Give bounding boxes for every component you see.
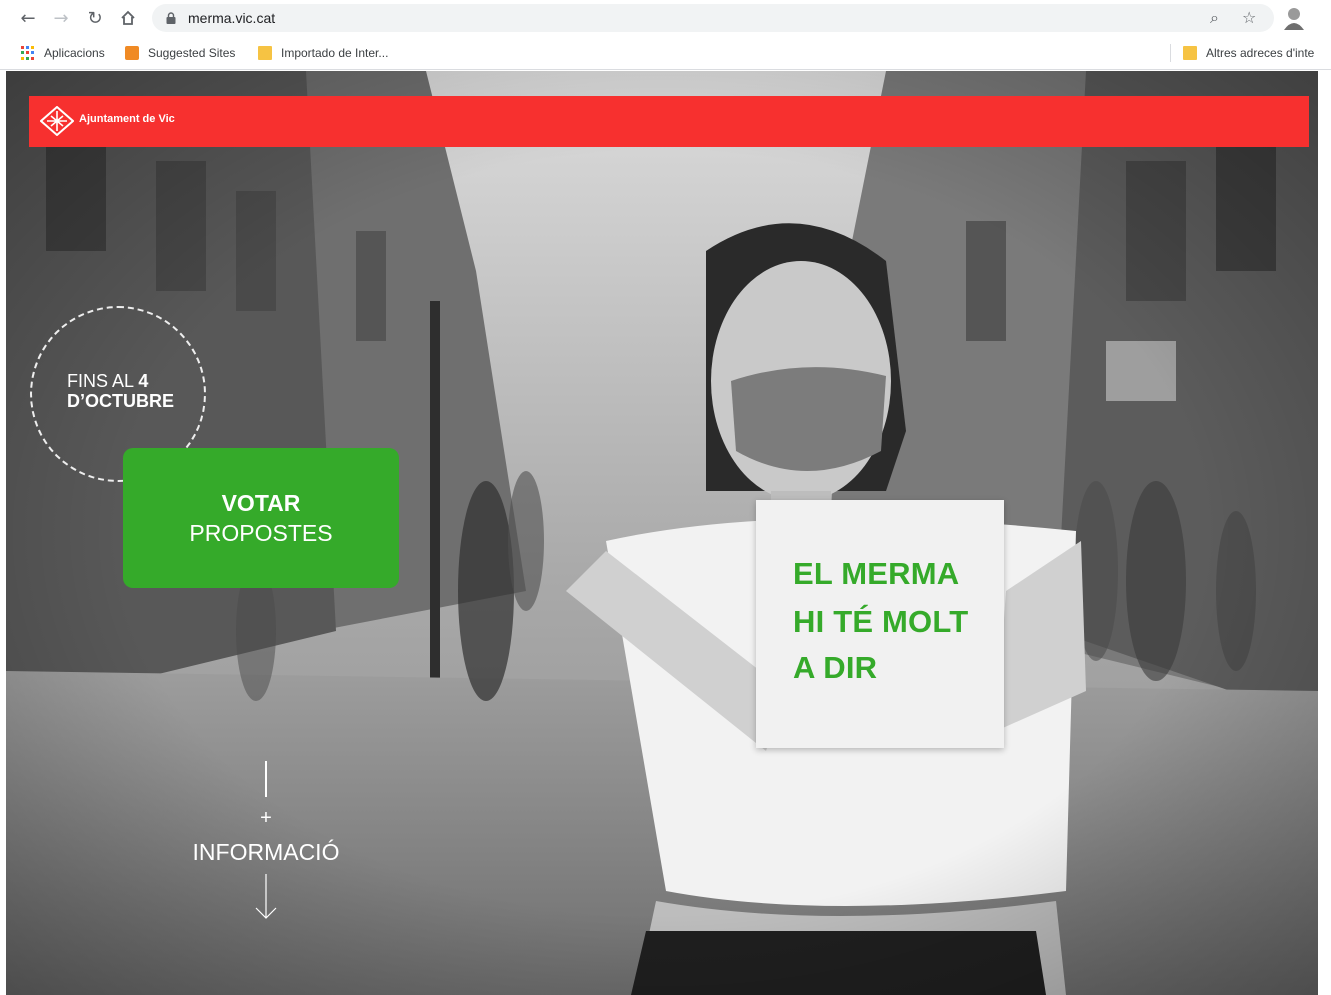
lock-icon	[166, 12, 176, 24]
star-bookmark-icon[interactable]: ☆	[1242, 8, 1256, 27]
apps-grid-icon	[21, 46, 35, 60]
folder-icon	[1183, 46, 1197, 60]
zoom-icon[interactable]: ⌕	[1210, 8, 1219, 28]
home-icon[interactable]	[117, 7, 139, 29]
site-header: Ajuntament de Vic	[29, 96, 1309, 147]
url-text: merma.vic.cat	[188, 10, 276, 26]
reload-icon[interactable]: ↻	[84, 7, 106, 29]
bookmark-suggested-sites[interactable]: Suggested Sites	[125, 44, 235, 62]
profile-avatar-icon[interactable]	[1283, 6, 1305, 30]
forward-arrow-icon[interactable]: →	[50, 7, 72, 29]
arrow-down-icon[interactable]	[254, 874, 278, 920]
suggested-sites-icon	[125, 46, 139, 60]
info-divider-line	[265, 761, 267, 797]
sign-line-2: HI TÉ MOLT	[793, 604, 969, 639]
bookmark-label: Importado de Inter...	[281, 46, 389, 60]
vote-button-line1: VOTAR	[221, 490, 301, 516]
campaign-sign: EL MERMA HI TÉ MOLT A DIR	[756, 500, 1004, 748]
bookmark-label: Altres adreces d'inte	[1206, 46, 1315, 60]
date-month: D’OCTUBRE	[67, 391, 174, 411]
sign-line-3: A DIR	[793, 650, 878, 685]
sign-line-1: EL MERMA	[793, 556, 960, 591]
bookmark-imported-folder[interactable]: Importado de Inter...	[258, 44, 388, 62]
vote-button-line2: PROPOSTES	[189, 520, 333, 546]
bookmarks-divider	[1170, 44, 1171, 62]
ajuntament-logo-icon[interactable]	[40, 106, 74, 136]
page-viewport: Ajuntament de Vic FINS AL 4 D’OCTUBRE VO…	[6, 71, 1318, 995]
site-brand-name[interactable]: Ajuntament de Vic	[79, 113, 175, 125]
bookmark-label: Suggested Sites	[148, 46, 236, 60]
date-day: 4	[138, 371, 149, 391]
folder-icon	[258, 46, 272, 60]
browser-toolbar: ← → ↻ merma.vic.cat ⌕ ☆	[0, 0, 1331, 36]
address-bar[interactable]: merma.vic.cat ⌕ ☆	[152, 4, 1274, 32]
vote-proposals-button[interactable]: VOTAR PROPOSTES	[123, 448, 399, 588]
bookmark-apps[interactable]: Aplicacions	[21, 44, 105, 62]
back-arrow-icon[interactable]: ←	[17, 7, 39, 29]
info-plus-sign: +	[260, 807, 272, 829]
bookmark-other[interactable]: Altres adreces d'inte	[1183, 44, 1314, 62]
date-badge-line1: FINS AL 4	[67, 371, 148, 392]
date-prefix: FINS AL	[67, 371, 139, 391]
bookmark-label: Aplicacions	[44, 46, 105, 60]
more-information-link[interactable]: INFORMACIÓ	[186, 839, 346, 866]
bookmarks-bar: Aplicacions Suggested Sites Importado de…	[0, 36, 1331, 70]
